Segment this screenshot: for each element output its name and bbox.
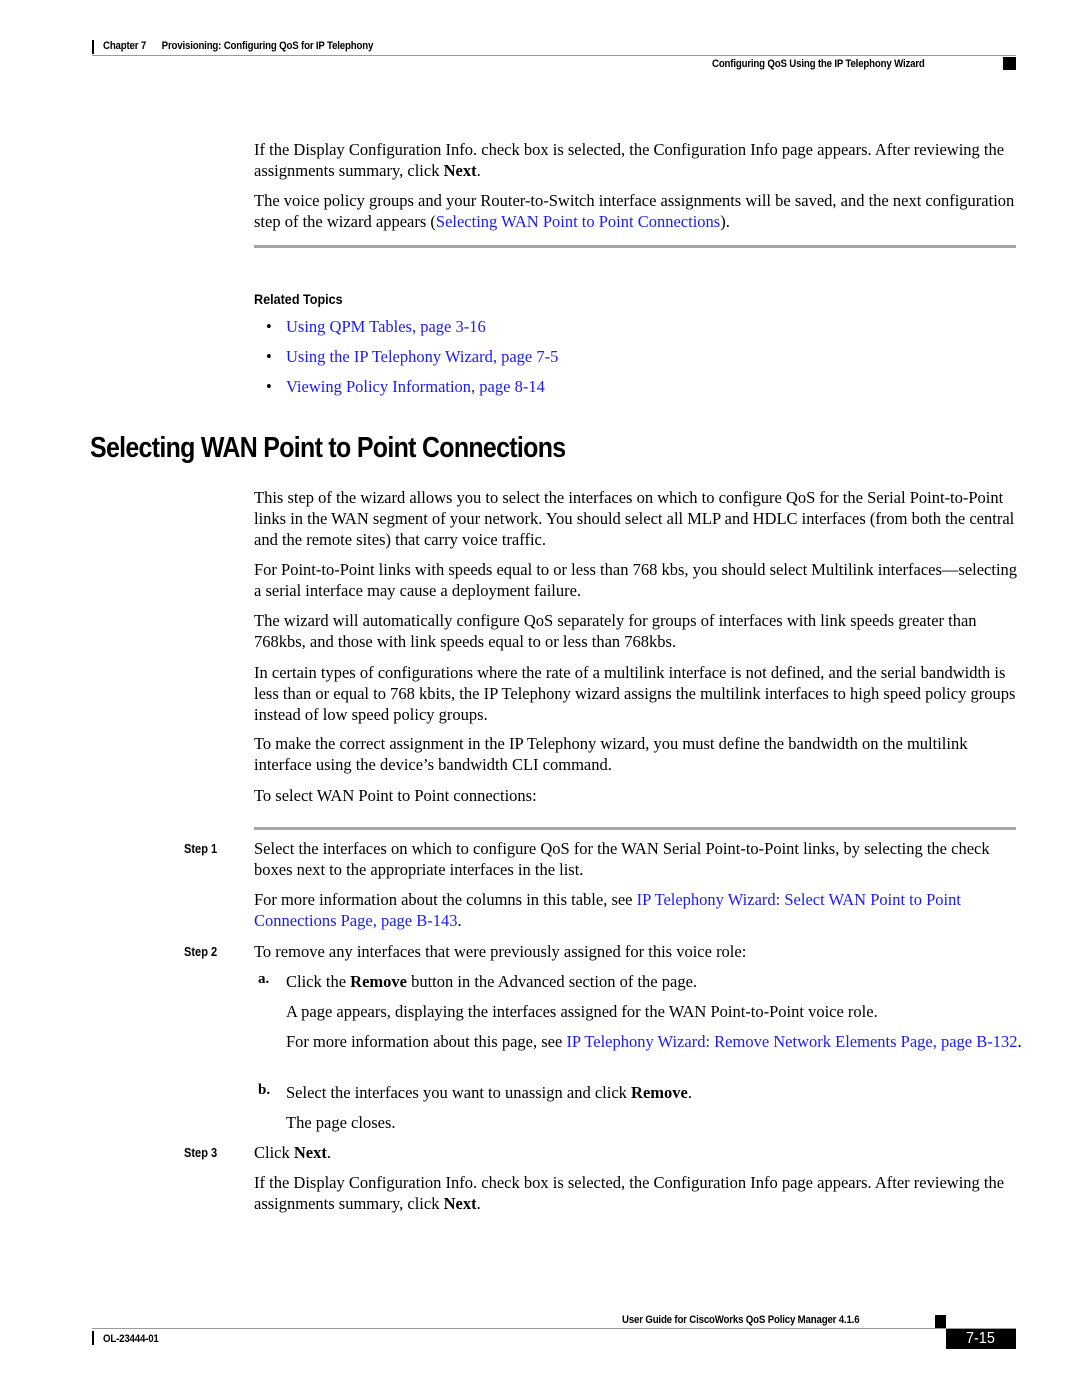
- bullet-icon: •: [266, 377, 272, 396]
- section-paragraph: For Point-to-Point links with speeds equ…: [254, 560, 1018, 600]
- header-marker-square: [1003, 57, 1016, 70]
- footer-marker-square: [935, 1315, 946, 1328]
- related-topic-item: • Viewing Policy Information, page 8-14: [266, 376, 545, 397]
- section-paragraph: In certain types of configurations where…: [254, 663, 1016, 724]
- bullet-icon: •: [266, 317, 272, 336]
- footer-left-bar: [92, 1331, 94, 1345]
- header-section-title: Configuring QoS Using the IP Telephony W…: [712, 58, 925, 70]
- substep-b-label: b.: [258, 1082, 271, 1098]
- link-viewing-policy-information[interactable]: Viewing Policy Information, page 8-14: [286, 377, 545, 396]
- section-heading: Selecting WAN Point to Point Connections: [90, 432, 566, 464]
- intro-paragraph-1: If the Display Configuration Info. check…: [254, 140, 1005, 180]
- footer-guide-title: User Guide for CiscoWorks QoS Policy Man…: [622, 1314, 860, 1326]
- link-using-qpm-tables[interactable]: Using QPM Tables, page 3-16: [286, 317, 486, 336]
- substep-a-label: a.: [258, 971, 270, 987]
- intro-paragraph-2: The voice policy groups and your Router-…: [254, 191, 1015, 231]
- related-topic-item: • Using QPM Tables, page 3-16: [266, 316, 486, 337]
- section-divider: [254, 245, 1016, 248]
- step-1-label: Step 1: [184, 841, 218, 856]
- section-paragraph: This step of the wizard allows you to se…: [254, 488, 1015, 549]
- substep-a-text: Click the Remove button in the Advanced …: [286, 972, 698, 991]
- step-3-text: Click Next.: [254, 1143, 331, 1162]
- footer-rule: [92, 1328, 1016, 1329]
- step-3-paragraph: If the Display Configuration Info. check…: [254, 1173, 1005, 1213]
- section-paragraph: The wizard will automatically configure …: [254, 611, 977, 651]
- section-paragraph: To make the correct assignment in the IP…: [254, 734, 968, 774]
- substep-b-text: Select the interfaces you want to unassi…: [286, 1083, 692, 1102]
- related-topics-heading: Related Topics: [254, 291, 343, 307]
- bullet-icon: •: [266, 347, 272, 366]
- step-1-text: Select the interfaces on which to config…: [254, 839, 990, 879]
- chapter-title: Provisioning: Configuring QoS for IP Tel…: [161, 40, 374, 52]
- substep-b-result: The page closes.: [286, 1113, 396, 1132]
- header-chapter: Chapter 7 Provisioning: Configuring QoS …: [103, 40, 373, 52]
- steps-divider: [254, 827, 1016, 830]
- link-using-ip-telephony-wizard[interactable]: Using the IP Telephony Wizard, page 7-5: [286, 347, 558, 366]
- step-3-label: Step 3: [184, 1145, 218, 1160]
- substep-a-result: A page appears, displaying the interface…: [286, 1002, 878, 1021]
- footer-doc-number: OL-23444-01: [103, 1333, 159, 1345]
- step-2-label: Step 2: [184, 944, 218, 959]
- link-selecting-wan[interactable]: Selecting WAN Point to Point Connections: [436, 212, 720, 231]
- link-remove-network-elements-page[interactable]: IP Telephony Wizard: Remove Network Elem…: [566, 1032, 1017, 1051]
- related-topic-item: • Using the IP Telephony Wizard, page 7-5: [266, 346, 558, 367]
- substep-a-more-info: For more information about this page, se…: [286, 1032, 1022, 1051]
- header-left-bar: [92, 40, 94, 54]
- header-rule: [92, 55, 1016, 56]
- step-1-more-info: For more information about the columns i…: [254, 890, 961, 930]
- section-paragraph: To select WAN Point to Point connections…: [254, 786, 537, 805]
- page-number-box: 7-15: [946, 1329, 1016, 1349]
- page-number: 7-15: [966, 1330, 995, 1347]
- step-2-text: To remove any interfaces that were previ…: [254, 942, 747, 961]
- chapter-number: Chapter 7: [103, 40, 147, 52]
